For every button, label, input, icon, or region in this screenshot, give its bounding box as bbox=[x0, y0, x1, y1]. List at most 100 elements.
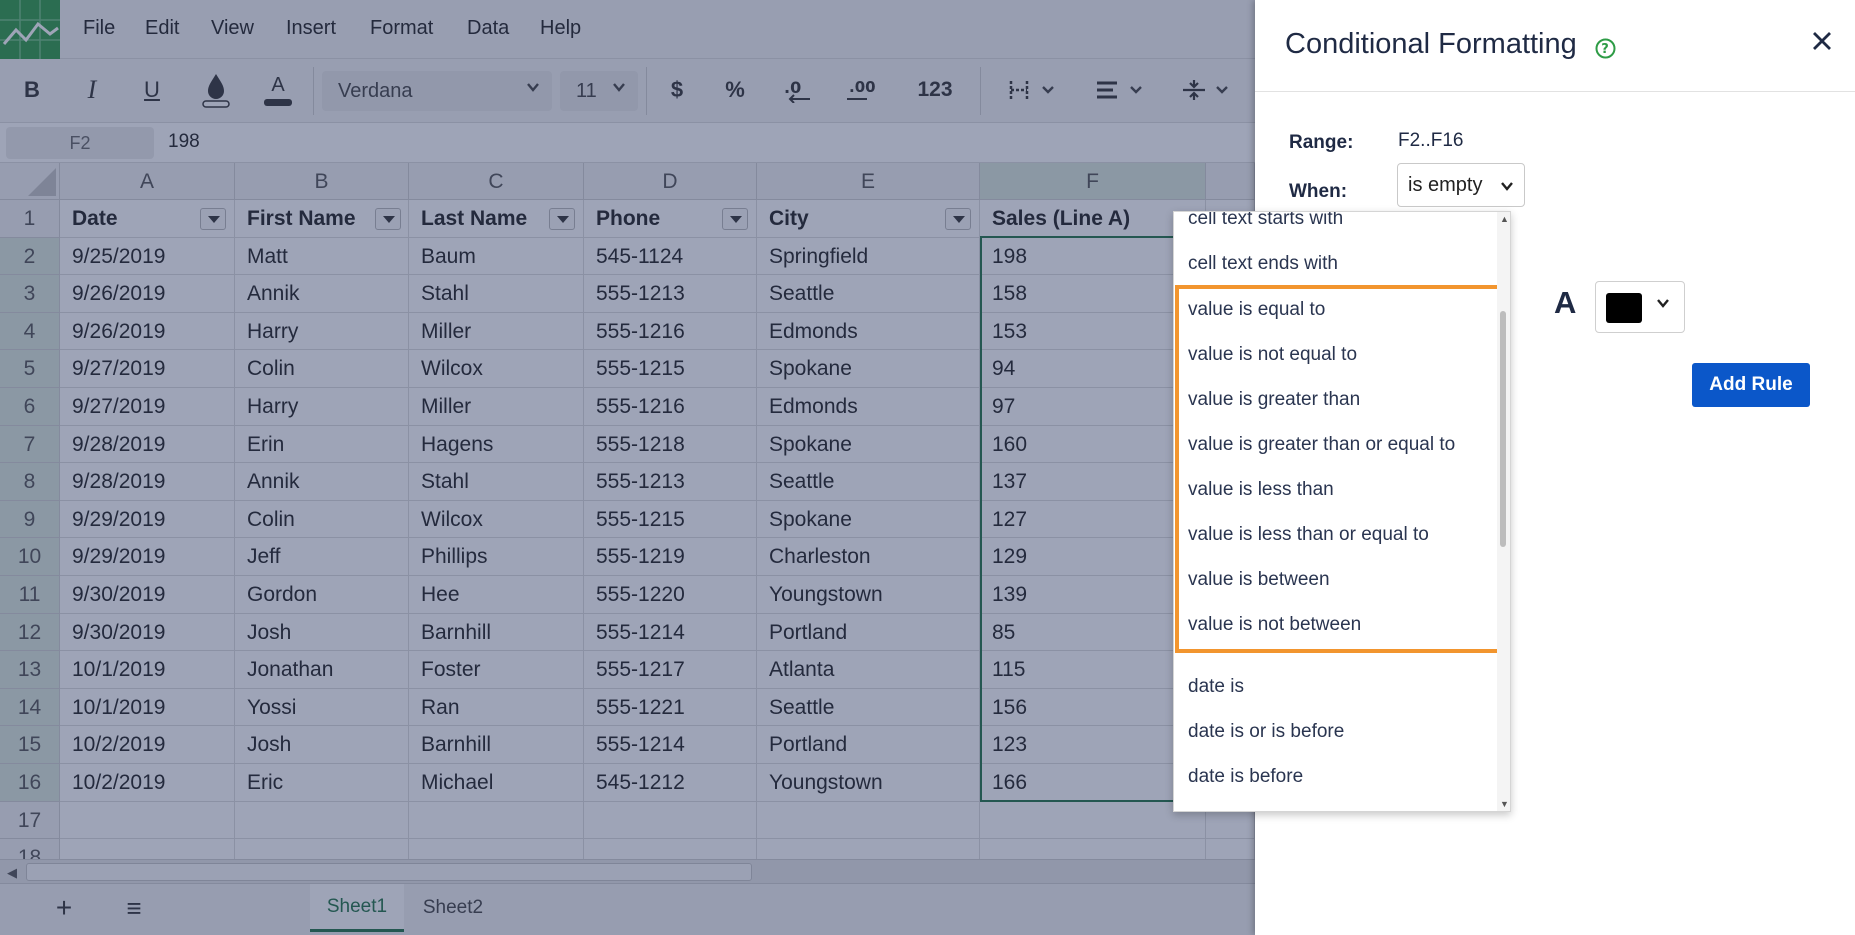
dropdown-option[interactable]: value is less than or equal to bbox=[1174, 512, 1496, 557]
sheet-tab-sheet2[interactable]: Sheet2 bbox=[406, 884, 500, 932]
table-cell[interactable]: Gordon bbox=[235, 576, 409, 614]
row-header-5[interactable]: 5 bbox=[0, 350, 60, 388]
row-header-6[interactable]: 6 bbox=[0, 388, 60, 426]
dropdown-scrollbar[interactable]: ▲ ▼ bbox=[1497, 212, 1510, 811]
row-header-8[interactable]: 8 bbox=[0, 463, 60, 501]
table-cell[interactable]: Jonathan bbox=[235, 651, 409, 689]
table-cell[interactable]: Harry bbox=[235, 312, 409, 351]
row-header-18[interactable]: 18 bbox=[0, 839, 60, 859]
number-format-button[interactable]: 123 bbox=[906, 67, 964, 113]
table-cell[interactable]: Baum bbox=[409, 237, 584, 276]
empty-cell[interactable] bbox=[757, 839, 980, 859]
table-cell[interactable]: 555-1214 bbox=[584, 726, 757, 764]
menu-view[interactable]: View bbox=[211, 17, 254, 40]
column-header-d[interactable]: D bbox=[584, 163, 757, 200]
dropdown-option[interactable]: value is not equal to bbox=[1174, 332, 1496, 377]
dropdown-option[interactable]: value is less than bbox=[1174, 467, 1496, 512]
row-header-12[interactable]: 12 bbox=[0, 613, 60, 652]
column-header-f[interactable]: F bbox=[980, 163, 1206, 200]
table-cell[interactable]: 9/28/2019 bbox=[60, 425, 235, 464]
cell-name-box[interactable]: F2 bbox=[6, 127, 154, 159]
table-cell[interactable]: Stahl bbox=[409, 275, 584, 313]
table-cell[interactable]: Hee bbox=[409, 576, 584, 614]
dropdown-option[interactable]: date is bbox=[1174, 664, 1496, 709]
empty-cell[interactable] bbox=[235, 839, 409, 859]
table-cell[interactable]: 555-1220 bbox=[584, 576, 757, 614]
table-cell[interactable]: Josh bbox=[235, 613, 409, 652]
scroll-down-icon[interactable]: ▼ bbox=[1500, 799, 1509, 809]
empty-cell[interactable] bbox=[60, 839, 235, 859]
row-header-1[interactable]: 1 bbox=[0, 200, 60, 238]
table-cell[interactable]: 555-1221 bbox=[584, 688, 757, 727]
column-header-c[interactable]: C bbox=[409, 163, 584, 200]
table-cell[interactable]: Ran bbox=[409, 688, 584, 727]
row-header-2[interactable]: 2 bbox=[0, 237, 60, 276]
table-cell[interactable]: Colin bbox=[235, 350, 409, 388]
dropdown-option[interactable]: cell text starts with bbox=[1174, 212, 1496, 241]
table-cell[interactable]: Jeff bbox=[235, 538, 409, 576]
row-header-16[interactable]: 16 bbox=[0, 764, 60, 802]
dropdown-option[interactable]: date is or is after bbox=[1174, 799, 1496, 811]
table-cell[interactable]: 9/29/2019 bbox=[60, 500, 235, 539]
vertical-align-icon[interactable] bbox=[1176, 67, 1238, 113]
empty-cell[interactable] bbox=[980, 839, 1206, 859]
table-cell[interactable]: Edmonds bbox=[757, 312, 980, 351]
table-cell[interactable]: Annik bbox=[235, 275, 409, 313]
dropdown-option[interactable]: date is before bbox=[1174, 754, 1496, 799]
row-header-7[interactable]: 7 bbox=[0, 425, 60, 464]
dropdown-option[interactable]: date is or is before bbox=[1174, 709, 1496, 754]
row-header-9[interactable]: 9 bbox=[0, 500, 60, 539]
empty-cell[interactable] bbox=[1206, 839, 1255, 859]
font-family-select[interactable]: Verdana bbox=[322, 71, 552, 111]
table-cell[interactable]: Eric bbox=[235, 764, 409, 802]
table-cell[interactable]: Stahl bbox=[409, 463, 584, 501]
add-rule-button[interactable]: Add Rule bbox=[1692, 363, 1810, 407]
sheet-list-button[interactable]: ≡ bbox=[114, 884, 154, 932]
table-cell[interactable]: Seattle bbox=[757, 275, 980, 313]
table-cell[interactable]: 555-1217 bbox=[584, 651, 757, 689]
table-cell[interactable]: Barnhill bbox=[409, 613, 584, 652]
table-cell[interactable]: 555-1218 bbox=[584, 425, 757, 464]
row-header-4[interactable]: 4 bbox=[0, 312, 60, 351]
add-sheet-button[interactable]: + bbox=[44, 884, 84, 932]
row-header-3[interactable]: 3 bbox=[0, 275, 60, 313]
table-cell[interactable]: 9/25/2019 bbox=[60, 237, 235, 276]
empty-cell[interactable] bbox=[757, 801, 980, 840]
table-cell[interactable]: Youngstown bbox=[757, 764, 980, 802]
menu-edit[interactable]: Edit bbox=[145, 17, 179, 40]
range-value[interactable]: F2..F16 bbox=[1398, 130, 1463, 152]
row-header-14[interactable]: 14 bbox=[0, 688, 60, 727]
table-cell[interactable]: 9/30/2019 bbox=[60, 613, 235, 652]
row-header-17[interactable]: 17 bbox=[0, 801, 60, 840]
when-condition-select[interactable]: is empty bbox=[1397, 163, 1525, 207]
select-all-corner[interactable] bbox=[0, 163, 60, 200]
table-cell[interactable]: 555-1216 bbox=[584, 388, 757, 426]
formula-input[interactable]: 198 bbox=[168, 131, 200, 153]
table-cell[interactable]: Seattle bbox=[757, 463, 980, 501]
empty-cell[interactable] bbox=[409, 801, 584, 840]
fill-color-icon[interactable] bbox=[196, 67, 236, 113]
scroll-left-icon[interactable]: ◀ bbox=[7, 865, 17, 881]
table-cell[interactable]: 10/1/2019 bbox=[60, 688, 235, 727]
filter-dropdown-icon[interactable] bbox=[200, 208, 226, 230]
table-cell[interactable]: Hagens bbox=[409, 425, 584, 464]
table-cell[interactable]: Miller bbox=[409, 388, 584, 426]
align-left-icon[interactable] bbox=[1090, 67, 1152, 113]
dropdown-scrollbar-thumb[interactable] bbox=[1500, 311, 1506, 547]
table-cell[interactable]: Spokane bbox=[757, 500, 980, 539]
table-cell[interactable]: Harry bbox=[235, 388, 409, 426]
row-header-10[interactable]: 10 bbox=[0, 538, 60, 576]
empty-cell[interactable] bbox=[409, 839, 584, 859]
menu-file[interactable]: File bbox=[83, 17, 115, 40]
font-color-button[interactable]: A bbox=[258, 67, 298, 113]
empty-cell[interactable] bbox=[584, 839, 757, 859]
column-header-a[interactable]: A bbox=[60, 163, 235, 200]
table-cell[interactable]: 555-1215 bbox=[584, 350, 757, 388]
borders-icon[interactable] bbox=[1002, 67, 1064, 113]
table-cell[interactable]: Phillips bbox=[409, 538, 584, 576]
table-cell[interactable]: 9/27/2019 bbox=[60, 388, 235, 426]
column-header-b[interactable]: B bbox=[235, 163, 409, 200]
decrease-decimal-icon[interactable]: .0 bbox=[774, 67, 820, 113]
table-cell[interactable]: Edmonds bbox=[757, 388, 980, 426]
increase-decimal-icon[interactable]: .00 bbox=[838, 67, 884, 113]
